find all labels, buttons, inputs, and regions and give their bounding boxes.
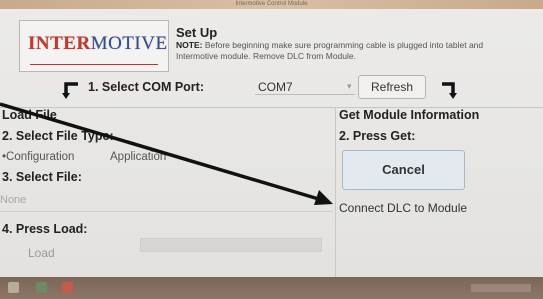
taskbar-app-icon[interactable] xyxy=(36,282,47,293)
press-get-label: 2. Press Get: xyxy=(339,129,416,143)
load-file-title: Load File xyxy=(2,108,57,122)
configuration-label: Configuration xyxy=(6,151,75,163)
get-module-info-title: Get Module Information xyxy=(339,108,480,122)
load-button[interactable]: Load xyxy=(28,246,55,260)
title-bar: Intermotive Control Module xyxy=(0,0,543,9)
cancel-button[interactable]: Cancel xyxy=(342,150,465,190)
logo-wordmark: INTERMOTIVE xyxy=(28,33,168,55)
radio-application[interactable]: Application xyxy=(110,151,166,163)
com-port-select[interactable]: COM7 xyxy=(258,80,293,94)
refresh-button[interactable]: Refresh xyxy=(358,75,426,99)
curved-arrow-right-icon xyxy=(440,80,458,106)
app-window: Intermotive Control Module INTERMOTIVE S… xyxy=(0,0,543,299)
logo-motive: MOTIVE xyxy=(90,33,168,54)
intermotive-logo: INTERMOTIVE xyxy=(19,20,169,72)
start-icon[interactable] xyxy=(8,282,19,293)
chevron-down-icon[interactable]: ▾ xyxy=(347,81,352,92)
setup-note: NOTE: Before beginning make sure program… xyxy=(176,40,521,62)
taskbar-app-icon[interactable] xyxy=(62,282,73,293)
note-text: Before beginning make sure programming c… xyxy=(176,40,484,61)
logo-divider xyxy=(30,64,158,65)
radio-configuration[interactable]: •Configuration xyxy=(2,151,74,163)
select-file-type-label: 2. Select File Type: xyxy=(2,129,114,143)
note-label: NOTE: xyxy=(176,40,203,50)
curved-arrow-left-icon xyxy=(62,80,80,106)
taskbar xyxy=(0,277,543,299)
file-value: None xyxy=(0,194,27,206)
com-port-label: 1. Select COM Port: xyxy=(88,80,204,94)
window-title: Intermotive Control Module xyxy=(235,1,308,7)
file-select-field[interactable]: None xyxy=(0,190,333,212)
setup-title: Set Up xyxy=(176,25,218,40)
press-load-label: 4. Press Load: xyxy=(2,222,88,236)
taskbar-clock xyxy=(471,284,531,292)
com-port-underline xyxy=(255,94,355,95)
select-file-label: 3. Select File: xyxy=(2,170,82,184)
status-message: Connect DLC to Module xyxy=(339,201,468,215)
logo-inter: INTER xyxy=(28,33,91,54)
load-progress-bar xyxy=(140,238,322,252)
